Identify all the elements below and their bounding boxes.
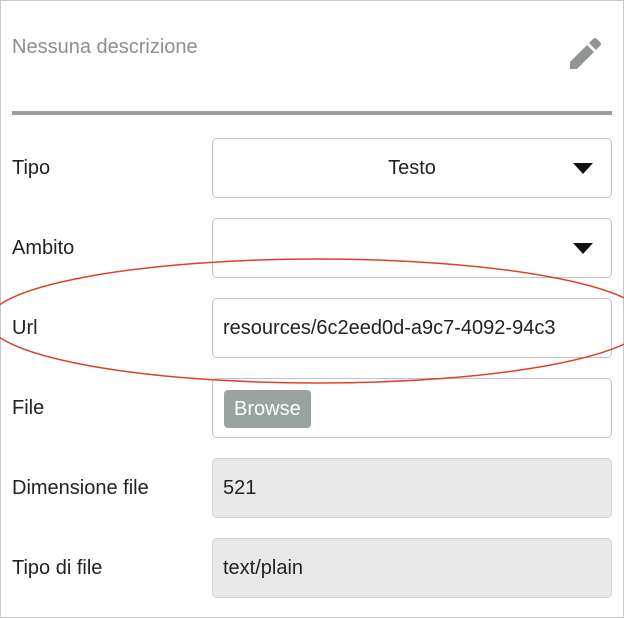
ambito-select-value — [213, 219, 571, 277]
tipo-select[interactable]: Testo — [212, 138, 612, 198]
header-divider — [12, 111, 612, 115]
description-text: Nessuna descrizione — [12, 36, 198, 58]
dimensione-file-label: Dimensione file — [12, 477, 149, 499]
tipo-label: Tipo — [12, 157, 51, 179]
row-tipo-di-file: Tipo di file text/plain — [12, 538, 612, 598]
tipo-di-file-label: Tipo di file — [12, 557, 103, 579]
row-tipo: Tipo Testo — [12, 138, 612, 198]
ambito-select[interactable] — [212, 218, 612, 278]
dimensione-file-value: 521 — [223, 477, 257, 499]
caret-down-icon — [573, 243, 593, 254]
file-label: File — [12, 397, 45, 419]
browse-button[interactable]: Browse — [224, 390, 311, 428]
tipo-di-file-value: text/plain — [223, 557, 304, 579]
ambito-label: Ambito — [12, 237, 75, 259]
row-url: Url — [12, 298, 612, 358]
panel-header: Nessuna descrizione — [12, 0, 612, 100]
row-file: File Browse — [12, 378, 612, 438]
url-field[interactable] — [212, 298, 612, 358]
tipo-di-file-field: text/plain — [212, 538, 612, 598]
caret-down-icon — [573, 163, 593, 174]
row-dimensione-file: Dimensione file 521 — [12, 458, 612, 518]
row-ambito: Ambito — [12, 218, 612, 278]
dimensione-file-field: 521 — [212, 458, 612, 518]
url-input[interactable] — [223, 299, 611, 357]
url-label: Url — [12, 317, 38, 339]
edit-description-button[interactable] — [562, 32, 602, 72]
tipo-select-value: Testo — [388, 157, 436, 179]
file-field: Browse — [212, 378, 612, 438]
pencil-icon — [570, 38, 601, 69]
